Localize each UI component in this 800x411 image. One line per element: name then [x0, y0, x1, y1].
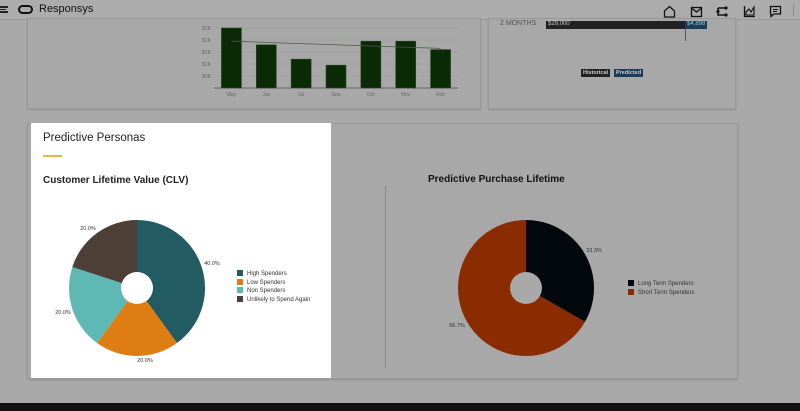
legend-swatch [237, 278, 243, 285]
legend-label: Non Spenders [247, 288, 286, 294]
legend-label: Low Spenders [247, 279, 286, 286]
legend-swatch [237, 295, 243, 302]
section-divider [385, 186, 386, 368]
legend-swatch [628, 288, 634, 295]
pie-hole [510, 272, 542, 304]
legend-swatch [237, 270, 243, 276]
clv-legend: High Spenders Low Spenders Non Spenders Unl… [237, 270, 310, 304]
slice-label: 20.0% [137, 358, 153, 364]
legend-item[interactable]: Long Term Spenders [628, 280, 695, 289]
legend-item[interactable]: Unlikely to Spend Again [237, 295, 311, 305]
pie-hole [121, 272, 153, 304]
clv-pie-chart: 40.0% 20.0% 20.0% 20.0% 33.3% 66.7% [55, 220, 602, 364]
slice-label: 66.7% [449, 323, 465, 329]
footer-bar [0, 403, 800, 411]
slice-label: 40.0% [204, 261, 220, 267]
ppl-legend: Long Term Spenders Short Term Spenders [628, 280, 695, 297]
legend-item[interactable]: Low Spenders [237, 278, 310, 288]
slice-label: 20.0% [55, 310, 71, 316]
legend-item[interactable]: Non Spenders [237, 287, 310, 296]
legend-swatch [237, 287, 243, 293]
legend-label: Unlikely to Spend Again [247, 296, 311, 303]
slice-label: 20.0% [80, 226, 96, 232]
legend-item[interactable]: Short Term Spenders [628, 288, 695, 298]
legend-label: High Spenders [247, 271, 287, 277]
ppl-title: Predictive Purchase Lifetime [428, 174, 565, 185]
legend-label: Short Term Spenders [638, 289, 695, 296]
legend-item[interactable]: High Spenders [237, 270, 310, 279]
legend-label: Long Term Spenders [638, 281, 694, 287]
slice-label: 33.3% [586, 248, 602, 254]
legend-swatch [628, 280, 634, 286]
